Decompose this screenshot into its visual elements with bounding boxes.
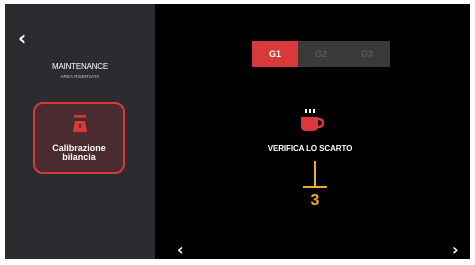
scale-icon <box>73 115 87 132</box>
coffee-cup-icon <box>301 109 324 131</box>
calibration-label: Calibrazione bilancia <box>35 144 123 162</box>
calibration-button[interactable]: Calibrazione bilancia <box>33 102 125 174</box>
maintenance-title: MAINTENANCE <box>51 62 109 71</box>
maintenance-subtitle: AREA RISERVATA <box>60 74 100 79</box>
annotation-pointer-icon <box>303 161 327 188</box>
screenshot-frame: ‹ MAINTENANCE AREA RISERVATA Calibrazion… <box>0 0 475 265</box>
tab-g1[interactable]: G1 <box>252 41 298 67</box>
grinder-tabs: G1 G2 G3 <box>252 41 390 67</box>
back-chevron-left-icon[interactable]: ‹ <box>18 28 36 48</box>
tab-g2[interactable]: G2 <box>298 41 344 67</box>
prev-chevron-left-icon[interactable]: ‹ <box>177 240 184 259</box>
tab-g3[interactable]: G3 <box>344 41 390 67</box>
machine-screen: ‹ MAINTENANCE AREA RISERVATA Calibrazion… <box>5 4 470 259</box>
next-chevron-right-icon[interactable]: › <box>452 240 459 259</box>
calibration-label-line2: bilancia <box>62 152 96 162</box>
sidebar: ‹ MAINTENANCE AREA RISERVATA Calibrazion… <box>5 4 155 259</box>
annotation-number: 3 <box>310 192 320 209</box>
instruction-text: VERIFICA LO SCARTO <box>267 144 353 153</box>
